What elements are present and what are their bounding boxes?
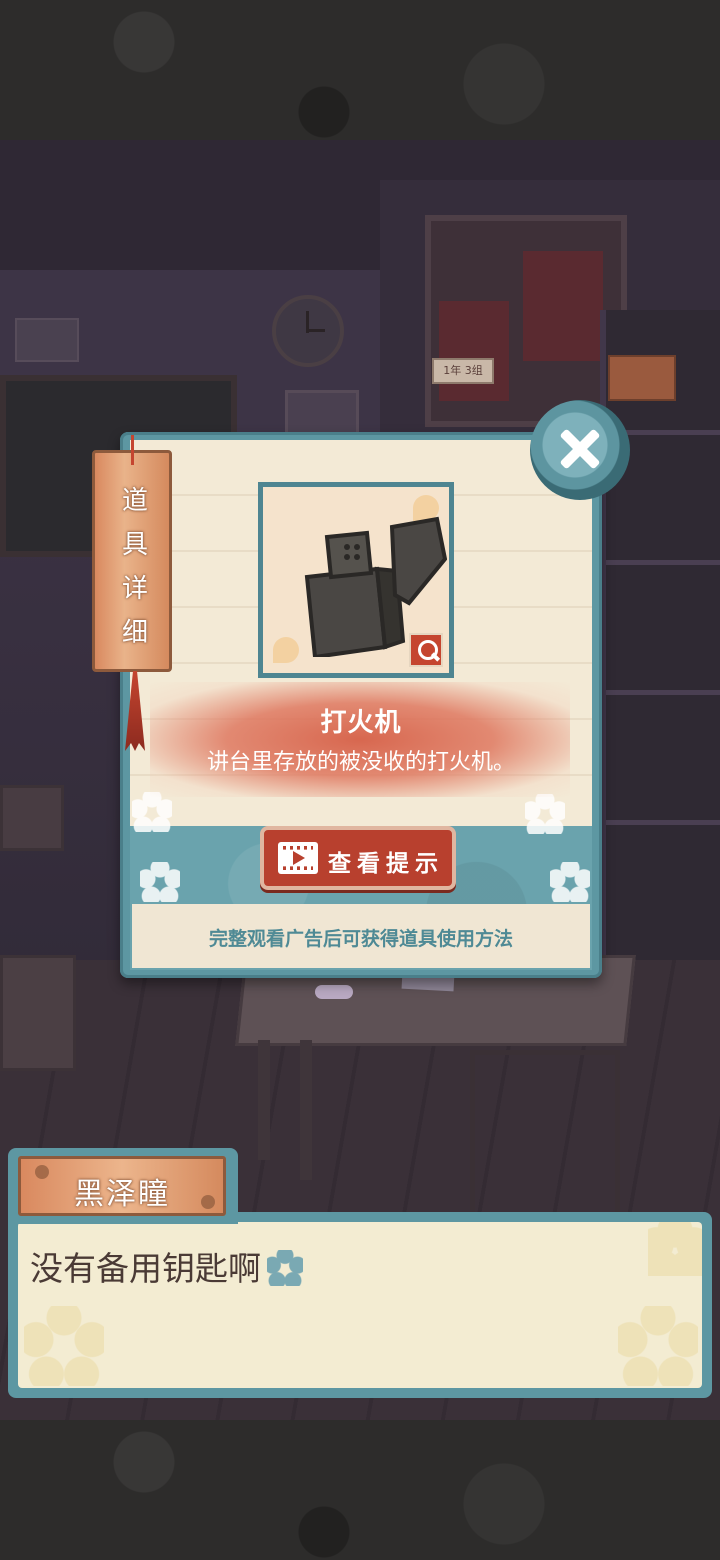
eraser [315, 985, 353, 999]
dialogue-paper: 没有备用钥匙啊 [18, 1222, 702, 1388]
wall-clock-icon [272, 295, 344, 367]
tag-string [131, 435, 134, 465]
sakura-decoration [550, 862, 590, 902]
student-desk [0, 955, 76, 1071]
ad-note-text: 完整观看广告后可获得道具使用方法 [208, 928, 513, 950]
storage-box [608, 355, 676, 401]
magnifier-handle [430, 652, 441, 662]
sakura-decoration [618, 1306, 698, 1386]
tag-char: 道 [121, 486, 148, 516]
tag-char: 详 [121, 574, 148, 604]
bookcase [600, 310, 720, 990]
sakura-decoration [24, 1306, 104, 1386]
dialogue-line: 没有备用钥匙啊 [30, 1249, 261, 1288]
desk-leg [258, 1040, 270, 1160]
sakura-icon [267, 1250, 303, 1286]
speaker-tag: 黑泽瞳 [8, 1148, 238, 1224]
sakura-decoration [140, 862, 180, 902]
sakura-decoration [132, 792, 172, 832]
classroom-sign: 1年 3组 [432, 358, 494, 384]
name-highlight [150, 682, 570, 797]
video-icon [278, 842, 318, 874]
student-desk [0, 785, 64, 851]
window-pane [439, 301, 509, 401]
dialogue-text-row: 没有备用钥匙啊 [30, 1242, 303, 1290]
desk-leg [300, 1040, 312, 1180]
tag-title: 道 具 详 细 [95, 479, 175, 655]
speaker-name: 黑泽瞳 [74, 1177, 170, 1212]
dialogue-box[interactable]: 没有备用钥匙啊 [8, 1212, 712, 1398]
tag-char: 具 [121, 530, 148, 560]
classroom-window [425, 215, 627, 427]
chair [470, 1050, 620, 1215]
ad-note-bar: 完整观看广告后可获得道具使用方法 [132, 904, 590, 968]
item-image-frame [258, 482, 454, 678]
wall-note [15, 318, 79, 362]
item-name: 打火机 [320, 708, 402, 738]
item-detail-tag: 道 具 详 细 [92, 435, 175, 751]
bookcase-shelf [606, 560, 720, 565]
view-hint-button[interactable]: 查看提示 [260, 826, 456, 890]
zoom-button[interactable] [409, 633, 443, 667]
top-letterbox [0, 0, 720, 140]
view-hint-label: 查看提示 [328, 851, 444, 877]
close-button[interactable] [530, 400, 630, 500]
sakura-decoration [525, 794, 565, 834]
bookcase-shelf [606, 820, 720, 825]
bookcase-shelf [606, 690, 720, 695]
tag-char: 细 [121, 618, 148, 648]
speaker-plate: 黑泽瞳 [18, 1156, 226, 1216]
bottom-letterbox [0, 1420, 720, 1560]
item-description: 讲台里存放的被没收的打火机。 [206, 750, 515, 775]
item-detail-panel: 打火机 讲台里存放的被没收的打火机。 查看提示 完整观看广告后可获得道具使用方法 [120, 432, 602, 978]
window-pane [523, 251, 603, 361]
sakura-decoration [648, 1222, 702, 1276]
